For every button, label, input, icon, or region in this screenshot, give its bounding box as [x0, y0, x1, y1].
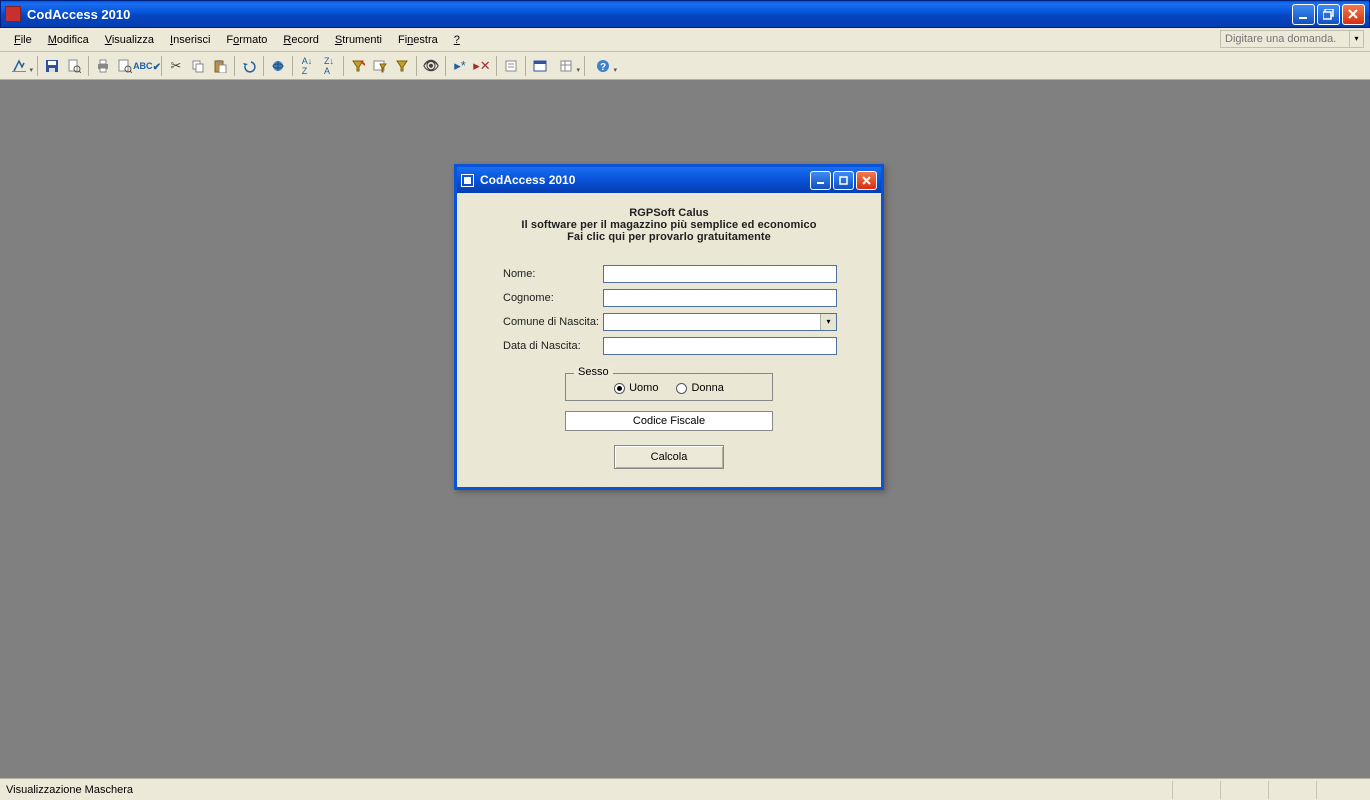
- dialog-maximize-button[interactable]: [833, 171, 854, 190]
- app-icon: [5, 6, 21, 22]
- delete-record-icon[interactable]: ▸✕: [471, 55, 493, 77]
- dialog-minimize-button[interactable]: [810, 171, 831, 190]
- help-search-input[interactable]: [1220, 30, 1350, 48]
- status-cell: [1268, 781, 1316, 799]
- filter-selection-icon[interactable]: [347, 55, 369, 77]
- label-comune: Comune di Nascita:: [475, 316, 603, 328]
- calcola-button[interactable]: Calcola: [614, 445, 724, 469]
- main-titlebar: CodAccess 2010: [0, 0, 1370, 28]
- legend-sesso: Sesso: [574, 366, 613, 378]
- filter-form-icon[interactable]: [369, 55, 391, 77]
- input-nome[interactable]: [603, 265, 837, 283]
- radio-donna-indicator: [676, 383, 687, 394]
- close-button[interactable]: [1342, 4, 1365, 25]
- status-cells: [1172, 781, 1364, 799]
- menu-strumenti[interactable]: Strumenti: [327, 32, 390, 48]
- status-cell: [1220, 781, 1268, 799]
- menu-inserisci[interactable]: Inserisci: [162, 32, 218, 48]
- select-comune[interactable]: ▾: [603, 313, 837, 331]
- menu-finestra[interactable]: Finestra: [390, 32, 446, 48]
- output-codice-fiscale: Codice Fiscale: [565, 411, 773, 431]
- menubar: File Modifica Visualizza Inserisci Forma…: [0, 28, 1370, 52]
- menu-visualizza[interactable]: Visualizza: [97, 32, 162, 48]
- promo-line-1: RGPSoft Calus: [475, 207, 863, 219]
- input-data[interactable]: [603, 337, 837, 355]
- sort-desc-icon[interactable]: Z↓A: [318, 55, 340, 77]
- input-cognome[interactable]: [603, 289, 837, 307]
- app-title: CodAccess 2010: [27, 7, 1292, 22]
- undo-icon[interactable]: [238, 55, 260, 77]
- label-data: Data di Nascita:: [475, 340, 603, 352]
- menu-help[interactable]: ?: [446, 32, 468, 48]
- mdi-workspace: CodAccess 2010 RGPSoft Calus Il software…: [0, 80, 1370, 778]
- new-record-icon[interactable]: ▸*: [449, 55, 471, 77]
- label-cognome: Cognome:: [475, 292, 603, 304]
- promo-line-2: Il software per il magazzino più semplic…: [475, 219, 863, 231]
- print-icon[interactable]: [92, 55, 114, 77]
- copy-icon[interactable]: [187, 55, 209, 77]
- status-cell: [1316, 781, 1364, 799]
- status-text: Visualizzazione Maschera: [6, 784, 133, 796]
- fieldset-sesso: Sesso Uomo Donna: [565, 373, 773, 401]
- help-search-dropdown[interactable]: ▾: [1350, 30, 1364, 48]
- status-cell: [1172, 781, 1220, 799]
- properties-icon[interactable]: [500, 55, 522, 77]
- sort-asc-icon[interactable]: A↓Z: [296, 55, 318, 77]
- svg-text:?: ?: [600, 62, 606, 73]
- window-controls: [1292, 4, 1365, 25]
- save-icon[interactable]: [41, 55, 63, 77]
- statusbar: Visualizzazione Maschera: [0, 778, 1370, 800]
- chevron-down-icon[interactable]: ▾: [820, 314, 836, 330]
- dialog-body: RGPSoft Calus Il software per il magazzi…: [457, 193, 881, 487]
- promo-text[interactable]: RGPSoft Calus Il software per il magazzi…: [475, 207, 863, 243]
- file-search-icon[interactable]: [63, 55, 85, 77]
- radio-donna-label: Donna: [691, 382, 723, 394]
- minimize-button[interactable]: [1292, 4, 1315, 25]
- dialog-window: CodAccess 2010 RGPSoft Calus Il software…: [454, 164, 884, 490]
- toolbar: ABC✔ ✂ A↓Z Z↓A 👁 ▸* ▸✕ ?: [0, 52, 1370, 80]
- view-switch-icon[interactable]: [4, 55, 34, 77]
- find-icon[interactable]: 👁: [420, 55, 442, 77]
- radio-donna[interactable]: Donna: [676, 382, 723, 394]
- menu-file[interactable]: File: [6, 32, 40, 48]
- label-nome: Nome:: [475, 268, 603, 280]
- restore-button[interactable]: [1317, 4, 1340, 25]
- menu-formato[interactable]: Formato: [218, 32, 275, 48]
- form-icon: [461, 174, 474, 187]
- menu-modifica[interactable]: Modifica: [40, 32, 97, 48]
- cut-icon[interactable]: ✂: [165, 55, 187, 77]
- radio-uomo-label: Uomo: [629, 382, 658, 394]
- dialog-titlebar: CodAccess 2010: [457, 167, 881, 193]
- help-search: ▾: [1220, 30, 1364, 48]
- dialog-title: CodAccess 2010: [480, 173, 810, 187]
- menu-record[interactable]: Record: [275, 32, 326, 48]
- radio-uomo-indicator: [614, 383, 625, 394]
- dialog-close-button[interactable]: [856, 171, 877, 190]
- new-object-icon[interactable]: [551, 55, 581, 77]
- db-window-icon[interactable]: [529, 55, 551, 77]
- paste-icon[interactable]: [209, 55, 231, 77]
- promo-line-3: Fai clic qui per provarlo gratuitamente: [475, 231, 863, 243]
- spellcheck-icon[interactable]: ABC✔: [136, 55, 158, 77]
- hyperlink-icon[interactable]: [267, 55, 289, 77]
- radio-uomo[interactable]: Uomo: [614, 382, 658, 394]
- toggle-filter-icon[interactable]: [391, 55, 413, 77]
- select-comune-input[interactable]: [604, 314, 820, 330]
- help-icon[interactable]: ?: [588, 55, 618, 77]
